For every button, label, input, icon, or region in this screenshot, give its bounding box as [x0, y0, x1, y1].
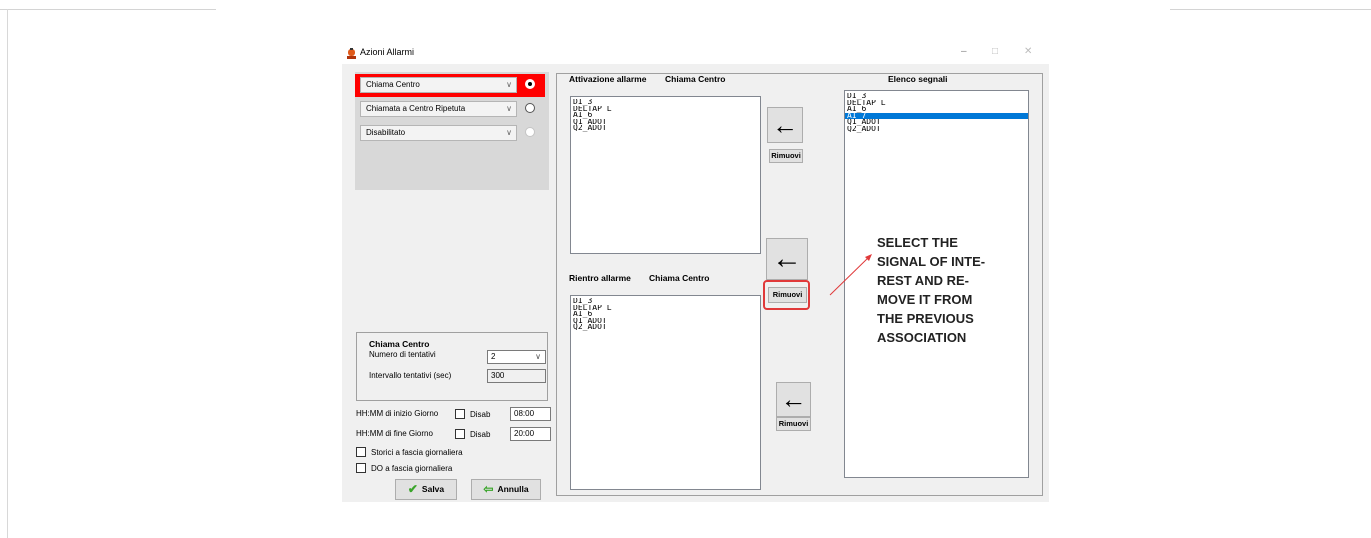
list-item[interactable]: Q1_ADOT	[845, 119, 1028, 126]
move-to-return-button[interactable]: ←	[766, 238, 808, 280]
back-arrow-icon: ⇦	[483, 482, 494, 497]
callout-arrow	[829, 254, 872, 296]
activation-signal-list[interactable]: DI_3 DELTAP_L AI_6 Q1_ADOT Q2_ADOT	[570, 96, 761, 254]
alarm-app-icon	[347, 48, 356, 59]
interval-label: Intervallo tentativi (sec)	[369, 371, 452, 380]
mode-radio-disabilitato[interactable]	[525, 127, 535, 137]
day-start-time-value: 08:00	[514, 409, 535, 418]
mode-dropdown-value: Disabilitato	[366, 128, 406, 137]
maximize-icon[interactable]: □	[992, 46, 998, 57]
remove-activation-button[interactable]: Rimuovi	[769, 149, 803, 163]
minimize-icon[interactable]: –	[961, 46, 967, 57]
activation-label: Attivazione allarme	[569, 74, 647, 84]
day-end-disab-checkbox[interactable]	[455, 429, 465, 439]
page-divider-left	[0, 9, 216, 10]
chevron-down-icon: ∨	[506, 128, 512, 137]
close-icon[interactable]: ✕	[1024, 46, 1032, 57]
storici-label: Storici a fascia giornaliera	[371, 448, 463, 457]
window-title: Azioni Allarmi	[360, 47, 415, 57]
interval-value: 300	[491, 371, 505, 380]
page-border	[7, 9, 8, 538]
day-start-disab-label: Disab	[470, 410, 491, 419]
mode-row-chiama-centro: Chiama Centro ∨	[355, 74, 545, 97]
remove-third-button[interactable]: Rimuovi	[776, 417, 811, 431]
day-start-time-field[interactable]: 08:00	[510, 407, 551, 421]
list-item[interactable]: AI_6	[845, 106, 1028, 113]
list-item[interactable]: DELTAP_L	[845, 100, 1028, 107]
chevron-down-icon: ∨	[506, 80, 512, 89]
page-divider-right	[1170, 9, 1371, 10]
chevron-down-icon: ∨	[535, 352, 541, 361]
list-item[interactable]: AI_6	[571, 112, 760, 119]
move-to-third-list-button[interactable]: ←	[776, 382, 811, 417]
mode-selection-panel: Chiama Centro ∨ Chiamata a Centro Ripetu…	[355, 72, 549, 190]
do-label: DO a fascia giornaliera	[371, 464, 453, 473]
list-item[interactable]: Q2_ADOT	[571, 125, 760, 132]
day-end-disab-label: Disab	[470, 430, 491, 439]
save-label: Salva	[421, 484, 445, 494]
remove-button-highlight	[763, 280, 810, 310]
list-item[interactable]: DI_3	[571, 298, 760, 305]
list-item[interactable]: DELTAP_L	[571, 305, 760, 312]
save-button[interactable]: ✔ Salva	[395, 479, 457, 500]
return-signal-list[interactable]: DI_3 DELTAP_L AI_6 Q1_ADOT Q2_ADOT	[570, 295, 761, 490]
mode-dropdown-disabilitato[interactable]: Disabilitato ∨	[360, 125, 517, 141]
move-to-activation-button[interactable]: ←	[767, 107, 803, 143]
mode-dropdown-chiamata-ripetuta[interactable]: Chiamata a Centro Ripetuta ∨	[360, 101, 517, 117]
instruction-annotation: SELECT THE SIGNAL OF INTE- REST AND RE- …	[877, 235, 986, 345]
mode-row-disabilitato: Disabilitato ∨	[355, 122, 545, 145]
left-arrow-icon: ←	[772, 242, 802, 275]
day-start-disab-checkbox[interactable]	[455, 409, 465, 419]
mode-dropdown-value: Chiamata a Centro Ripetuta	[366, 104, 466, 113]
chevron-down-icon: ∨	[506, 104, 512, 113]
do-checkbox[interactable]	[356, 463, 366, 473]
list-item[interactable]: AI_6	[571, 311, 760, 318]
list-item[interactable]: Q1_ADOT	[571, 119, 760, 126]
left-arrow-icon: ←	[780, 384, 807, 414]
checkmark-icon: ✔	[407, 482, 418, 497]
signals-label: Elenco segnali	[888, 74, 948, 84]
list-item[interactable]: Q1_ADOT	[571, 318, 760, 325]
storici-checkbox[interactable]	[356, 447, 366, 457]
return-target: Chiama Centro	[649, 273, 710, 283]
list-item[interactable]: DELTAP_L	[571, 106, 760, 113]
activation-target: Chiama Centro	[665, 74, 726, 84]
day-end-time-field[interactable]: 20:00	[510, 427, 551, 441]
list-item-selected[interactable]: AI_7	[845, 112, 1028, 120]
remove-label: Rimuovi	[778, 419, 809, 428]
interval-field[interactable]: 300	[487, 369, 546, 383]
left-arrow-icon: ←	[772, 110, 798, 140]
mode-dropdown-chiama-centro[interactable]: Chiama Centro ∨	[360, 77, 517, 93]
list-item[interactable]: DI_3	[571, 99, 760, 106]
group-title: Chiama Centro	[369, 339, 430, 349]
title-bar: Azioni Allarmi – □ ✕	[342, 44, 1049, 64]
day-end-time-value: 20:00	[514, 429, 535, 438]
mode-row-chiamata-ripetuta: Chiamata a Centro Ripetuta ∨	[355, 98, 545, 121]
day-end-label: HH:MM di fine Giorno	[356, 429, 433, 438]
attempts-label: Numero di tentativi	[369, 350, 436, 359]
cancel-button[interactable]: ⇦ Annulla	[471, 479, 541, 500]
cancel-label: Annulla	[497, 484, 529, 494]
attempts-value: 2	[491, 352, 496, 361]
remove-label: Rimuovi	[771, 151, 801, 160]
mode-radio-chiama-centro[interactable]	[525, 79, 535, 89]
list-item[interactable]: DI_3	[845, 93, 1028, 100]
list-item[interactable]: Q2_ADOT	[571, 324, 760, 331]
list-item[interactable]: Q2_ADOT	[845, 126, 1028, 133]
attempts-dropdown[interactable]: 2 ∨	[487, 350, 546, 364]
return-label: Rientro allarme	[569, 273, 631, 283]
day-start-label: HH:MM di inizio Giorno	[356, 409, 439, 418]
mode-radio-chiamata-ripetuta[interactable]	[525, 103, 535, 113]
mode-dropdown-value: Chiama Centro	[366, 80, 420, 89]
chiama-centro-settings-group: Chiama Centro Numero di tentativi 2 ∨ In…	[356, 332, 548, 401]
